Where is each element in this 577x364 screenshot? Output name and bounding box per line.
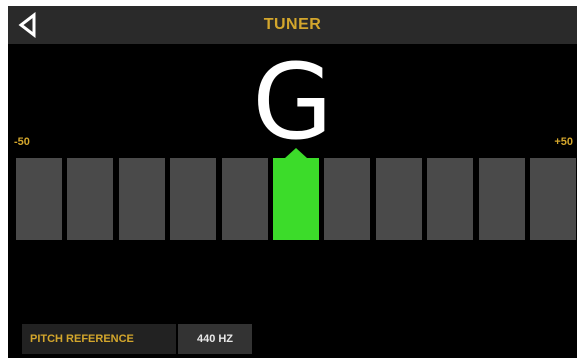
page-title: TUNER: [263, 16, 322, 33]
pitch-pointer-icon: [285, 148, 307, 158]
device-frame: TUNER G -50 +50 PITCH REFERENCE 440 HZ: [0, 0, 577, 364]
meter-segment: [67, 158, 114, 240]
tuner-screen: TUNER G -50 +50 PITCH REFERENCE 440 HZ: [8, 6, 577, 358]
meter-segment-active: [273, 158, 319, 240]
meter-segment: [530, 158, 576, 240]
detected-note: G: [252, 41, 333, 163]
scale-min-label: -50: [14, 136, 30, 148]
meter-segment: [427, 158, 474, 240]
meter-segment: [16, 158, 62, 240]
pitch-reference-label: PITCH REFERENCE: [22, 324, 176, 354]
meter-segment: [118, 158, 165, 240]
meter-segment: [375, 158, 422, 240]
meter-segment: [478, 158, 525, 240]
pitch-reference-control: PITCH REFERENCE 440 HZ: [22, 324, 252, 354]
meter-segment: [170, 158, 217, 240]
meter-segment: [221, 158, 268, 240]
header-bar: TUNER: [8, 6, 577, 44]
meter-segment: [324, 158, 371, 240]
scale-max-label: +50: [554, 136, 573, 148]
pitch-reference-value[interactable]: 440 HZ: [178, 324, 252, 354]
tuning-meter: [16, 148, 576, 240]
